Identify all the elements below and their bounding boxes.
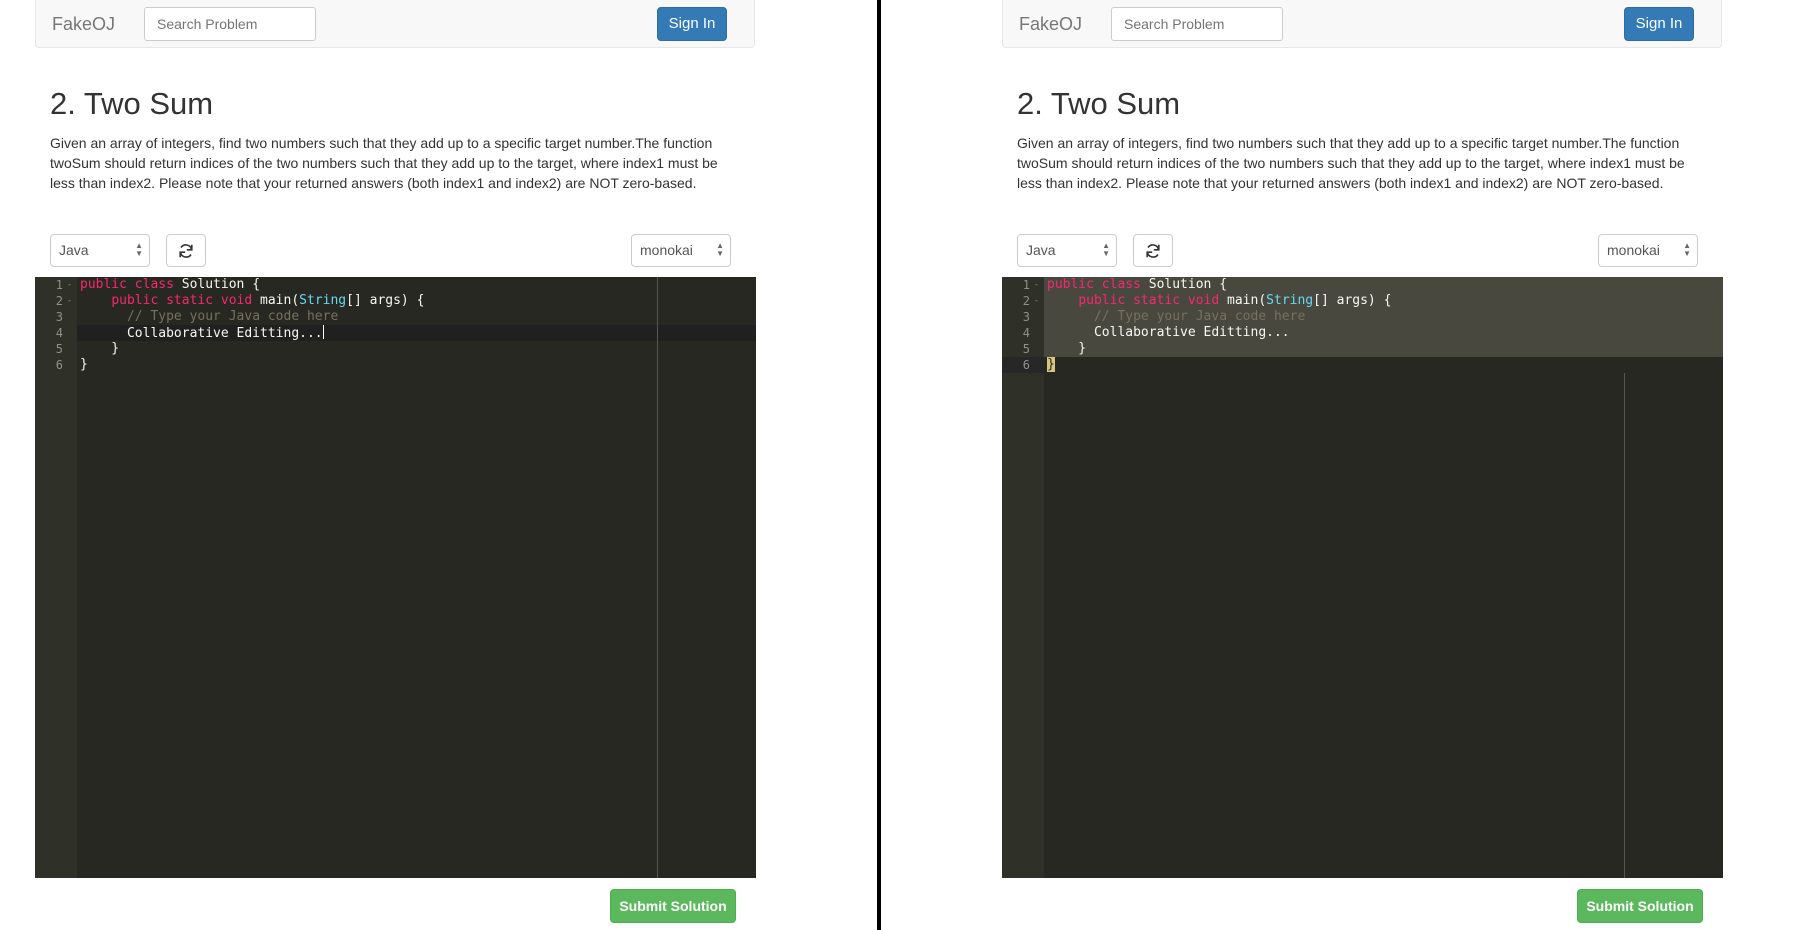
left-window: FakeOJ Sign In 2. Two Sum Given an array… xyxy=(0,0,880,930)
navbar: FakeOJ Sign In xyxy=(35,0,755,48)
select-arrows-icon: ▲ ▼ xyxy=(135,241,143,258)
line-number: 2 xyxy=(1022,294,1030,308)
reset-code-button[interactable] xyxy=(1133,234,1173,267)
navbar: FakeOJ Sign In xyxy=(1002,0,1722,48)
problem-description: Given an array of integers, find two num… xyxy=(50,135,718,191)
language-select[interactable]: Java ▲ ▼ xyxy=(50,234,150,267)
text-cursor xyxy=(322,325,324,339)
problem-description: Given an array of integers, find two num… xyxy=(1017,135,1685,191)
code-line: Collaborative Editting... xyxy=(80,325,324,341)
code-line: } xyxy=(1047,357,1055,373)
code-editor[interactable]: 1 2 3 4 5 6 - - public class Solution { … xyxy=(1002,277,1723,878)
reset-code-button[interactable] xyxy=(166,234,206,267)
code-line: Collaborative Editting... xyxy=(1047,325,1290,340)
theme-select[interactable]: monokai ▲ ▼ xyxy=(1598,234,1698,267)
sign-in-button[interactable]: Sign In xyxy=(1624,7,1694,41)
problem-title: 2. Two Sum xyxy=(50,86,214,121)
language-value: Java xyxy=(59,242,89,258)
language-select[interactable]: Java ▲ ▼ xyxy=(1017,234,1117,267)
line-number: 4 xyxy=(55,326,63,340)
line-number: 1 xyxy=(1022,278,1030,292)
code-line: // Type your Java code here xyxy=(1093,309,1306,324)
line-number: 6 xyxy=(1022,358,1030,372)
line-number: 3 xyxy=(1022,310,1030,324)
refresh-icon xyxy=(1146,244,1160,258)
select-arrows-icon: ▲ ▼ xyxy=(716,241,724,258)
submit-solution-button[interactable]: Submit Solution xyxy=(1577,889,1703,923)
bracket-match-highlight: } xyxy=(1047,357,1055,372)
code-line: } xyxy=(80,357,88,372)
code-line: } xyxy=(1047,341,1087,356)
print-margin xyxy=(657,277,658,878)
line-number: 3 xyxy=(55,310,63,324)
fold-marker-icon[interactable]: - xyxy=(1034,277,1039,293)
theme-value: monokai xyxy=(1607,242,1660,258)
language-value: Java xyxy=(1026,242,1056,258)
fold-marker-icon[interactable]: - xyxy=(67,293,72,309)
select-arrows-icon: ▲ ▼ xyxy=(1683,241,1691,258)
line-number: 1 xyxy=(55,278,63,292)
search-input[interactable] xyxy=(144,7,316,41)
select-arrows-icon: ▲ ▼ xyxy=(1102,241,1110,258)
problem-title: 2. Two Sum xyxy=(1017,86,1181,121)
line-number: 4 xyxy=(1022,326,1030,340)
right-window: FakeOJ Sign In 2. Two Sum Given an array… xyxy=(967,0,1797,930)
code-line: public static void main(String[] args) { xyxy=(1078,293,1392,308)
search-input[interactable] xyxy=(1111,7,1283,41)
brand-logo[interactable]: FakeOJ xyxy=(1019,14,1082,35)
submit-solution-button[interactable]: Submit Solution xyxy=(610,889,736,923)
brand-logo[interactable]: FakeOJ xyxy=(52,14,115,35)
line-number: 2 xyxy=(55,294,63,308)
code-line: // Type your Java code here xyxy=(126,309,339,324)
code-line: public class Solution { xyxy=(1047,277,1228,292)
print-margin xyxy=(1624,373,1625,878)
line-number: 5 xyxy=(1022,342,1030,356)
code-line: } xyxy=(80,341,120,356)
fold-marker-icon[interactable]: - xyxy=(67,277,72,293)
fold-marker-icon[interactable]: - xyxy=(1034,293,1039,309)
theme-select[interactable]: monokai ▲ ▼ xyxy=(631,234,731,267)
code-line: public class Solution { xyxy=(80,277,261,292)
window-divider xyxy=(877,0,881,930)
code-editor[interactable]: 1 2 3 4 5 6 - - public class Solution { … xyxy=(35,277,756,878)
line-number: 5 xyxy=(55,342,63,356)
theme-value: monokai xyxy=(640,242,693,258)
refresh-icon xyxy=(179,244,193,258)
sign-in-button[interactable]: Sign In xyxy=(657,7,727,41)
code-line: public static void main(String[] args) { xyxy=(111,293,425,308)
line-number: 6 xyxy=(55,358,63,372)
